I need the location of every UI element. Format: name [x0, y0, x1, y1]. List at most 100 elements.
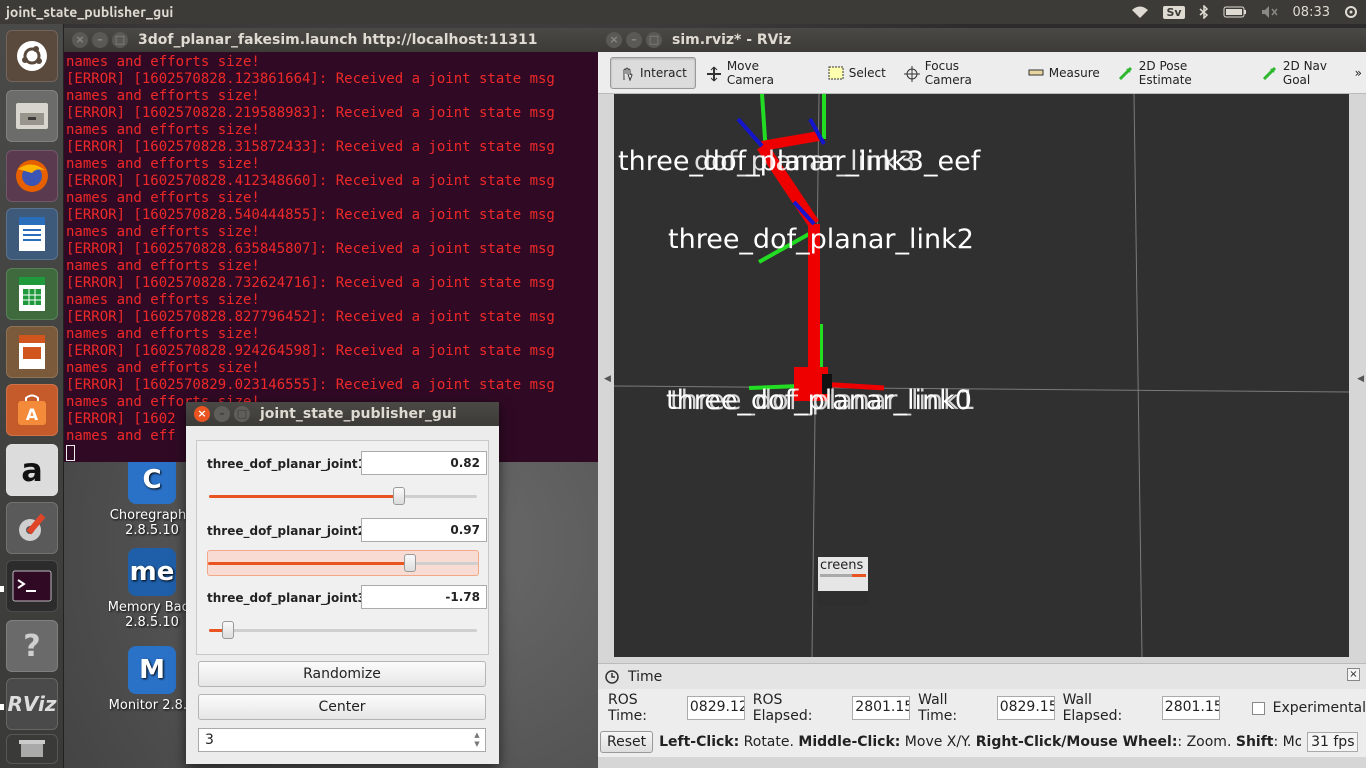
- maximize-icon[interactable]: □: [646, 32, 662, 48]
- spin-arrows-icon[interactable]: ▲ ▼: [471, 731, 483, 749]
- terminal-line: [ERROR] [1602570828.540444855]: Received…: [66, 207, 555, 223]
- choregraphe-icon: C: [128, 456, 176, 504]
- tool-2d-pose-estimate[interactable]: 2D Pose Estimate: [1110, 57, 1252, 89]
- bluetooth-icon[interactable]: [1199, 5, 1209, 19]
- joint1-value-field[interactable]: 0.82: [361, 451, 487, 475]
- keyboard-icon[interactable]: Sv: [1163, 5, 1185, 19]
- memory-backup-icon: me: [128, 548, 176, 596]
- terminal-line: [ERROR] [1602570828.924264598]: Received…: [66, 343, 555, 359]
- terminal-line: names and efforts size!: [66, 190, 260, 206]
- minimize-icon[interactable]: –: [92, 32, 108, 48]
- wall-elapsed-field[interactable]: 2801.15: [1161, 696, 1220, 720]
- link3-overlap-label: dof_planar_link3: [694, 146, 915, 177]
- terminal-cursor: [66, 445, 75, 461]
- libreoffice-writer-icon[interactable]: [6, 208, 58, 260]
- robot-scene[interactable]: three_dof_planar_link3_eef dof_planar_li…: [614, 94, 1349, 657]
- battery-icon[interactable]: [1223, 6, 1247, 18]
- terminal-line: names and efforts size!: [66, 360, 260, 376]
- libreoffice-calc-icon[interactable]: [6, 268, 58, 320]
- move-arrows-icon: [706, 66, 722, 81]
- terminal-icon[interactable]: [6, 560, 58, 612]
- ubuntu-software-icon[interactable]: A: [6, 384, 58, 436]
- terminal-line: [ERROR] [1602570828.827796452]: Received…: [66, 309, 555, 325]
- joint1-slider[interactable]: [209, 484, 477, 510]
- terminal-output[interactable]: names and efforts size! [ERROR] [16025708…: [64, 52, 598, 462]
- randomize-button[interactable]: Randomize: [198, 661, 486, 687]
- ros-time-field[interactable]: 0829.12: [686, 696, 745, 720]
- minimize-icon[interactable]: –: [626, 32, 642, 48]
- hand-pointer-icon: [619, 66, 635, 81]
- slider-handle[interactable]: [404, 554, 416, 572]
- center-button[interactable]: Center: [198, 694, 486, 720]
- joint-count-spinbox[interactable]: 3 ▲ ▼: [198, 728, 486, 752]
- close-icon[interactable]: ×: [72, 32, 88, 48]
- wifi-icon[interactable]: [1131, 5, 1149, 19]
- tool-interact[interactable]: Interact: [610, 56, 696, 89]
- close-icon[interactable]: ×: [606, 32, 622, 48]
- terminal-line: [ERROR] [1602570828.635845807]: Received…: [66, 241, 555, 257]
- reset-button[interactable]: Reset: [600, 731, 654, 753]
- indicator-area: Sv 08:33: [1131, 0, 1358, 24]
- screens-popup[interactable]: creens: [818, 557, 868, 605]
- terminal-line: names and efforts size!: [66, 122, 260, 138]
- terminal-line: [ERROR] [1602570829.023146555]: Received…: [66, 377, 555, 393]
- maximize-icon[interactable]: □: [112, 32, 128, 48]
- joint2-slider[interactable]: [207, 550, 479, 576]
- slider-handle[interactable]: [222, 621, 234, 639]
- ros-elapsed-field[interactable]: 2801.15: [852, 696, 911, 720]
- terminal-line: [ERROR] [1602570828.732624716]: Received…: [66, 275, 555, 291]
- volume-mute-icon[interactable]: [1261, 5, 1279, 19]
- joint-state-publisher-window[interactable]: × – □ joint_state_publisher_gui three_do…: [186, 402, 499, 764]
- crosshair-icon: [903, 65, 920, 82]
- rviz-titlebar[interactable]: × – □ sim.rviz* - RViz: [598, 28, 1366, 52]
- right-dock-handle-icon[interactable]: ◀: [1357, 374, 1364, 384]
- rviz-icon[interactable]: RViz: [6, 678, 58, 730]
- files-icon[interactable]: [6, 90, 58, 142]
- tool-focus-camera[interactable]: Focus Camera: [896, 57, 1018, 89]
- jsp-titlebar[interactable]: × – □ joint_state_publisher_gui: [186, 402, 499, 426]
- terminal-line: [ERROR] [1602570828.219588983]: Received…: [66, 105, 555, 121]
- close-icon[interactable]: ×: [1347, 668, 1360, 681]
- ubuntu-dash-icon[interactable]: [6, 30, 58, 82]
- tool-measure[interactable]: Measure: [1020, 57, 1108, 89]
- tool-select[interactable]: Select: [820, 57, 894, 89]
- gear-icon[interactable]: [1344, 5, 1358, 19]
- tool-move-camera[interactable]: Move Camera: [698, 57, 818, 89]
- firefox-icon[interactable]: [6, 150, 58, 202]
- system-settings-icon[interactable]: [6, 502, 58, 554]
- wall-time-label: Wall Time:: [918, 692, 958, 724]
- clock[interactable]: 08:33: [1293, 5, 1330, 20]
- slider-handle[interactable]: [393, 487, 405, 505]
- toolbar-overflow-icon[interactable]: »: [1355, 66, 1362, 80]
- svg-text:A: A: [26, 405, 39, 424]
- joint3-value-field[interactable]: -1.78: [361, 585, 487, 609]
- minimize-icon[interactable]: –: [214, 406, 230, 422]
- experimental-checkbox[interactable]: [1251, 701, 1265, 715]
- link2-label: three_dof_planar_link2: [668, 224, 974, 255]
- amazon-icon[interactable]: a: [6, 444, 58, 496]
- terminal-titlebar[interactable]: × – □ 3dof_planar_fakesim.launch http://…: [64, 28, 598, 52]
- maximize-icon[interactable]: □: [234, 406, 250, 422]
- rviz-toolbar: Interact Move Camera Select Focus Camera…: [598, 52, 1366, 94]
- help-icon[interactable]: ?: [6, 620, 58, 672]
- terminal-line: names and efforts size!: [66, 88, 260, 104]
- wall-time-field[interactable]: 0829.15: [996, 696, 1055, 720]
- joint3-slider[interactable]: [209, 618, 477, 644]
- 3d-viewport[interactable]: three_dof_planar_link3_eef dof_planar_li…: [614, 94, 1349, 657]
- close-icon[interactable]: ×: [194, 406, 210, 422]
- joint2-value-field[interactable]: 0.97: [361, 518, 487, 542]
- left-dock-handle-icon[interactable]: ◀: [604, 374, 611, 384]
- ros-elapsed-label: ROS Elapsed:: [752, 692, 813, 724]
- time-panel-header: Time ×: [598, 663, 1366, 689]
- tool-2d-nav-goal[interactable]: 2D Nav Goal: [1254, 57, 1366, 89]
- terminal-window[interactable]: × – □ 3dof_planar_fakesim.launch http://…: [64, 28, 598, 462]
- joint1-label: three_dof_planar_joint1: [207, 457, 366, 471]
- green-arrow-icon: [1262, 66, 1278, 80]
- terminal-line: [ERROR] [1602570828.315872433]: Received…: [66, 139, 555, 155]
- libreoffice-impress-icon[interactable]: [6, 326, 58, 378]
- green-arrow-icon: [1118, 66, 1134, 80]
- trash-icon[interactable]: [6, 734, 58, 764]
- mouse-hint: Left-Click: Rotate. Middle-Click: Move X…: [659, 734, 1302, 750]
- rviz-window[interactable]: × – □ sim.rviz* - RViz Interact Move Cam…: [598, 28, 1366, 768]
- terminal-title: 3dof_planar_fakesim.launch http://localh…: [138, 32, 538, 48]
